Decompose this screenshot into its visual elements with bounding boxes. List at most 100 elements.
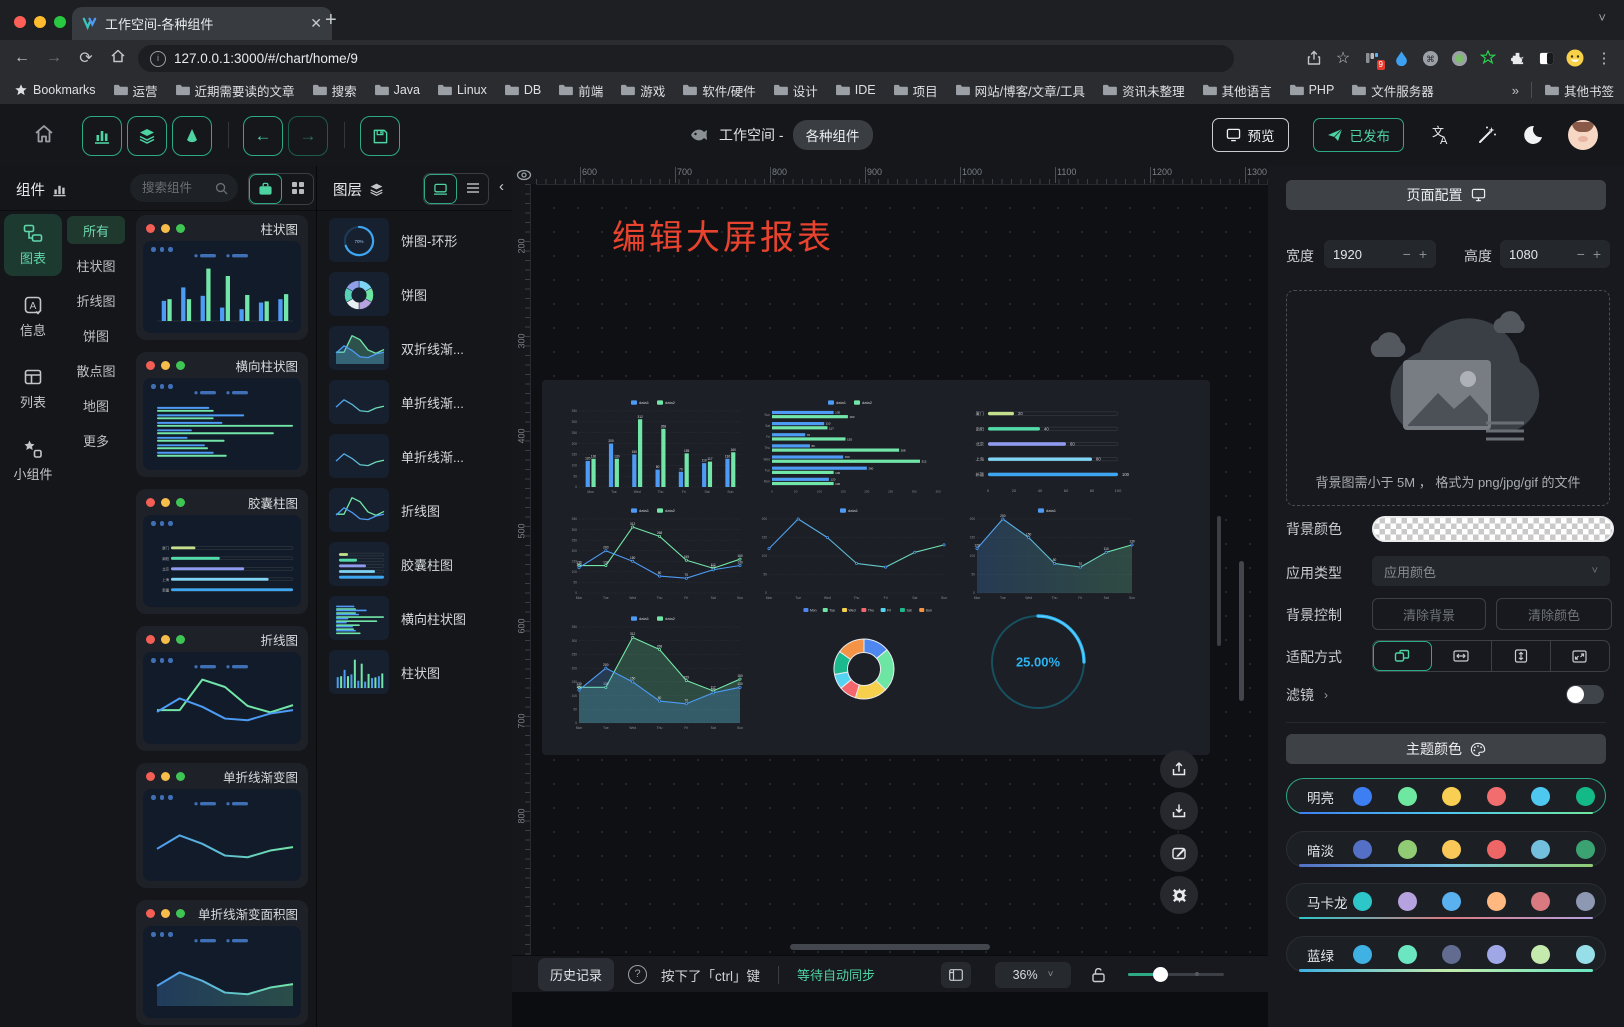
undo-button[interactable]: ←: [243, 116, 283, 156]
eye-icon[interactable]: [516, 167, 532, 183]
magic-wand-icon[interactable]: [1476, 124, 1498, 146]
canvas-chart-bar-horizontal[interactable]: data1data2050100150200250300350120130Mon…: [752, 396, 952, 498]
theme-color-dot[interactable]: [1531, 840, 1550, 859]
theme-row-马卡龙[interactable]: 马卡龙: [1286, 883, 1606, 919]
sidebar-tab-小组件[interactable]: 小组件: [4, 430, 62, 492]
bookmark-folder[interactable]: Linux: [437, 83, 487, 97]
canvas-chart-gauge-progress[interactable]: 25.00%: [982, 604, 1094, 716]
bookmark-folder[interactable]: 软件/硬件: [682, 81, 755, 100]
theme-color-dot[interactable]: [1531, 945, 1550, 964]
window-close-button[interactable]: [14, 16, 26, 28]
layer-item-单折线渐[interactable]: 单折线渐...: [317, 434, 512, 482]
theme-row-蓝绿[interactable]: 蓝绿: [1286, 936, 1606, 972]
other-bookmarks[interactable]: 其他书签: [1544, 81, 1614, 100]
component-search[interactable]: [130, 174, 238, 202]
window-zoom-button[interactable]: [54, 16, 66, 28]
extension-green-dot-icon[interactable]: [1449, 48, 1469, 68]
share-icon[interactable]: [1304, 48, 1324, 68]
theme-color-dot[interactable]: [1576, 945, 1595, 964]
language-switch-icon[interactable]: 文A: [1428, 124, 1452, 146]
extension-command-icon[interactable]: ⌘: [1420, 48, 1440, 68]
category-地图[interactable]: 地图: [67, 391, 125, 419]
component-card-折线图[interactable]: 折线图: [136, 626, 308, 751]
bookmark-folder[interactable]: Java: [374, 83, 420, 97]
sidebar-tab-信息[interactable]: A信息: [4, 286, 62, 348]
bookmark-star-icon[interactable]: ☆: [1333, 48, 1353, 68]
save-button[interactable]: [360, 116, 400, 156]
export-button[interactable]: [1160, 750, 1198, 788]
layer-item-横向柱状图[interactable]: 横向柱状图: [317, 596, 512, 644]
clear-background-button[interactable]: 清除背景: [1372, 598, 1486, 630]
new-tab-button[interactable]: +: [325, 8, 337, 32]
category-所有[interactable]: 所有: [67, 216, 125, 244]
layer-item-饼图-环形[interactable]: 70%饼图-环形: [317, 218, 512, 266]
canvas-chart-bar[interactable]: data1data2050100150200250300350120130Mon…: [562, 396, 748, 498]
fit-scale-button[interactable]: [1373, 641, 1432, 671]
height-minus-icon[interactable]: −: [1577, 246, 1585, 262]
filter-section[interactable]: 滤镜›: [1286, 685, 1328, 705]
zoom-slider[interactable]: [1128, 973, 1224, 976]
preview-button[interactable]: 预览: [1212, 118, 1289, 152]
redo-button[interactable]: →: [288, 116, 328, 156]
edit-button[interactable]: [1160, 834, 1198, 872]
forward-icon[interactable]: →: [38, 49, 70, 67]
search-input[interactable]: [140, 180, 209, 196]
canvas-chart-area[interactable]: data10501001502001202001508070110130MonT…: [960, 504, 1140, 604]
component-card-横向柱状图[interactable]: 横向柱状图: [136, 352, 308, 477]
layer-item-折线图[interactable]: 折线图: [317, 488, 512, 536]
theme-color-dot[interactable]: [1487, 892, 1506, 911]
height-stepper[interactable]: 1080 −+: [1500, 240, 1610, 268]
app-home-icon[interactable]: [32, 122, 56, 146]
browser-tab[interactable]: 工作空间-各种组件 ✕: [72, 7, 332, 40]
address-bar[interactable]: i 127.0.0.1:3000/#/chart/home/9: [138, 45, 1234, 72]
theme-color-dot[interactable]: [1353, 787, 1372, 806]
canvas-chart-area[interactable]: data1data2050100150200250300350130130312…: [562, 612, 748, 734]
extensions-puzzle-icon[interactable]: [1507, 48, 1527, 68]
app-type-select[interactable]: 应用颜色˅: [1372, 556, 1610, 586]
theme-color-dot[interactable]: [1442, 945, 1461, 964]
bookmark-folder[interactable]: 其他语言: [1202, 81, 1272, 100]
split-view-icon[interactable]: [1536, 48, 1556, 68]
clear-color-button[interactable]: 清除颜色: [1496, 598, 1612, 630]
width-plus-icon[interactable]: +: [1419, 246, 1427, 262]
bookmarks-manager[interactable]: Bookmarks: [14, 83, 96, 97]
tab-list-chevron-icon[interactable]: ˅: [1598, 10, 1606, 25]
filter-toggle[interactable]: [1566, 685, 1604, 704]
browser-menu-icon[interactable]: ⋮: [1594, 48, 1614, 68]
component-grid-view-button[interactable]: [282, 174, 313, 202]
theme-color-dot[interactable]: [1576, 892, 1595, 911]
theme-row-明亮[interactable]: 明亮: [1286, 778, 1606, 814]
lock-icon[interactable]: [1091, 967, 1106, 983]
component-box-view-button[interactable]: [249, 174, 282, 204]
canvas-chart-line[interactable]: data1data2050100150200250300350130130312…: [562, 504, 748, 604]
back-icon[interactable]: ←: [6, 49, 38, 67]
theme-color-dot[interactable]: [1442, 840, 1461, 859]
canvas-vertical-scrollbar[interactable]: [1217, 516, 1221, 646]
history-button[interactable]: 历史记录: [538, 958, 614, 991]
download-button[interactable]: [1160, 792, 1198, 830]
category-饼图[interactable]: 饼图: [67, 321, 125, 349]
canvas-area[interactable]: 6007008009001000110012001300 20030040050…: [512, 166, 1268, 1027]
publish-button[interactable]: 已发布: [1313, 118, 1405, 152]
theme-color-dot[interactable]: [1442, 892, 1461, 911]
bookmark-folder[interactable]: 运营: [113, 81, 158, 100]
reload-icon[interactable]: ⟳: [70, 48, 102, 68]
layer-item-饼图[interactable]: 饼图: [317, 272, 512, 320]
component-card-胶囊柱图[interactable]: 胶囊柱图厦门南阳北京上海新疆: [136, 489, 308, 614]
bookmark-folder[interactable]: IDE: [835, 83, 876, 97]
theme-color-dot[interactable]: [1576, 787, 1595, 806]
site-info-icon[interactable]: i: [150, 51, 166, 67]
help-icon[interactable]: ?: [628, 965, 647, 984]
bookmark-folder[interactable]: 资讯未整理: [1102, 81, 1185, 100]
canvas-chart-pie[interactable]: MonTueWedThuFriSatSun: [794, 602, 934, 722]
category-柱状图[interactable]: 柱状图: [67, 251, 125, 279]
bookmark-folder[interactable]: PHP: [1289, 83, 1335, 97]
charts-panel-toggle-button[interactable]: [82, 116, 122, 156]
bookmark-folder[interactable]: 项目: [893, 81, 938, 100]
theme-color-dot[interactable]: [1398, 787, 1417, 806]
bookmark-folder[interactable]: 游戏: [620, 81, 665, 100]
canvas-text-title[interactable]: 编辑大屏报表: [612, 210, 834, 259]
width-minus-icon[interactable]: −: [1403, 246, 1411, 262]
sidebar-tab-图表[interactable]: 图表: [4, 214, 62, 276]
bookmark-folder[interactable]: 设计: [773, 81, 818, 100]
